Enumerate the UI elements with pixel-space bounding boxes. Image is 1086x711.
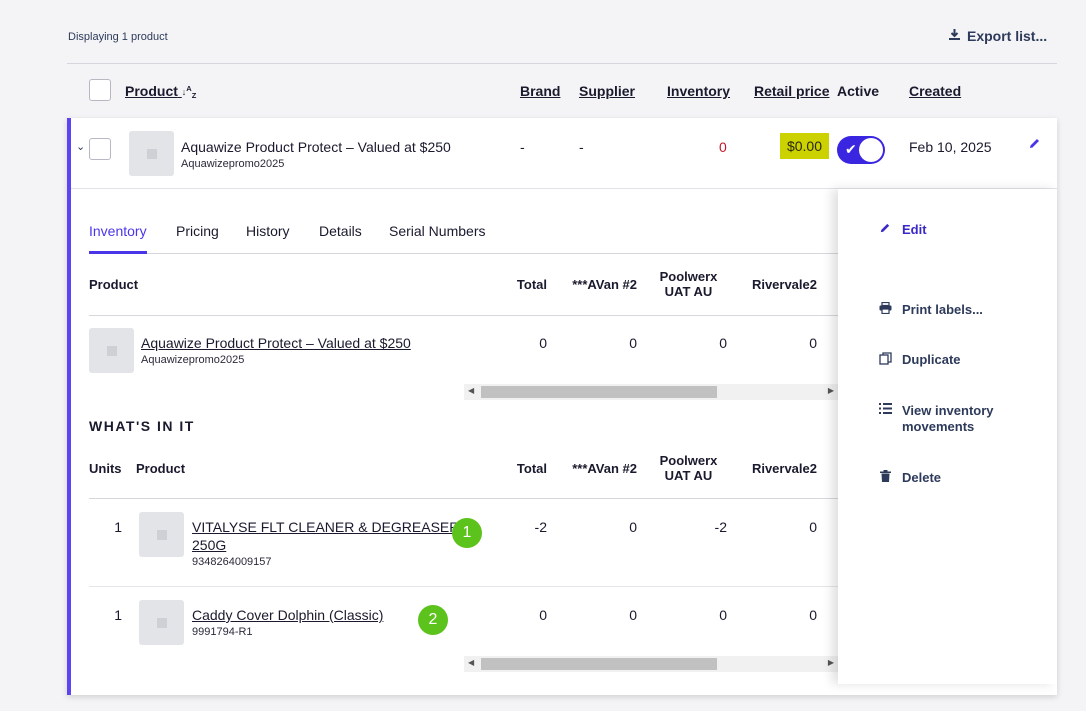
- whats-in-it-title: WHAT'S IN IT: [89, 418, 195, 434]
- column-created[interactable]: Created: [909, 83, 961, 99]
- duplicate-button[interactable]: Duplicate: [878, 352, 961, 368]
- print-labels-button[interactable]: Print labels...: [878, 301, 983, 317]
- printer-icon: [878, 301, 892, 317]
- wii-rivervale: 0: [809, 519, 817, 535]
- inv-header-divider: [89, 315, 838, 316]
- column-retail-price[interactable]: Retail price: [754, 83, 829, 99]
- inv-product-link[interactable]: Aquawize Product Protect – Valued at $25…: [141, 335, 411, 351]
- list-icon: [878, 403, 892, 417]
- wii-rivervale: 0: [809, 607, 817, 623]
- wii-product-link[interactable]: Caddy Cover Dolphin (Classic): [192, 607, 383, 623]
- tab-pricing[interactable]: Pricing: [176, 223, 219, 239]
- pencil-icon: [878, 222, 892, 237]
- wii-product-link-line2[interactable]: 250G: [192, 537, 226, 553]
- actions-panel: [838, 189, 1057, 684]
- wii-units: 1: [114, 607, 122, 623]
- brand-value: -: [520, 139, 525, 155]
- select-all-checkbox[interactable]: [89, 79, 111, 101]
- supplier-value: -: [579, 139, 584, 155]
- wii-row-divider: [89, 586, 838, 587]
- inv-header-avan: ***AVan #2: [572, 277, 637, 292]
- product-name[interactable]: Aquawize Product Protect – Valued at $25…: [181, 139, 451, 155]
- download-icon: [948, 28, 961, 44]
- wii-product-sku: 9991794-R1: [192, 626, 253, 638]
- wii-product-thumbnail: [139, 512, 184, 557]
- inv-total: 0: [539, 335, 547, 351]
- inv-header-product: Product: [89, 277, 139, 292]
- active-tab-indicator: [89, 251, 147, 254]
- pencil-icon[interactable]: [1028, 137, 1041, 155]
- step-badge: 2: [418, 605, 448, 635]
- inv-header-rivervale: Rivervale2: [751, 277, 817, 292]
- inventory-value: 0: [719, 139, 727, 155]
- wii-header-product: Product: [136, 461, 186, 476]
- duplicate-icon: [878, 352, 892, 368]
- product-thumbnail: [129, 131, 174, 176]
- active-toggle[interactable]: ✔: [837, 136, 885, 164]
- scroll-right-icon[interactable]: ▶: [828, 386, 834, 395]
- tabs-divider: [89, 253, 838, 254]
- wii-header-rivervale: Rivervale2: [751, 461, 817, 476]
- view-inventory-movements-button[interactable]: View inventory movements: [878, 403, 994, 435]
- wii-product-sku: 9348264009157: [192, 556, 272, 568]
- export-list-label: Export list...: [967, 28, 1048, 44]
- scroll-left-icon[interactable]: ◀: [468, 658, 474, 667]
- column-product[interactable]: Product ↓AZ: [125, 83, 196, 100]
- inv-header-poolwerx: Poolwerx UAT AU: [659, 269, 718, 299]
- column-active: Active: [837, 83, 880, 99]
- header-divider: [67, 63, 1057, 64]
- displaying-count: Displaying 1 product: [68, 31, 168, 43]
- step-badge: 1: [452, 518, 482, 548]
- wii-product-link[interactable]: VITALYSE FLT CLEANER & DEGREASER -: [192, 519, 468, 535]
- scroll-left-icon[interactable]: ◀: [468, 386, 474, 395]
- trash-icon: [878, 470, 892, 485]
- wii-header-total: Total: [516, 461, 547, 476]
- inv-product-sku: Aquawizepromo2025: [141, 354, 245, 366]
- sort-az-icon: ↓AZ: [181, 83, 197, 100]
- inv-poolwerx: 0: [719, 335, 727, 351]
- column-inventory[interactable]: Inventory: [667, 83, 730, 99]
- tab-details[interactable]: Details: [319, 223, 362, 239]
- tab-history[interactable]: History: [246, 223, 290, 239]
- wii-poolwerx: -2: [714, 519, 727, 535]
- wii-units: 1: [114, 519, 122, 535]
- retail-price-badge: $0.00: [780, 133, 829, 159]
- tab-serial-numbers[interactable]: Serial Numbers: [389, 223, 485, 239]
- export-list-button[interactable]: Export list...: [948, 28, 1047, 44]
- inv-header-total: Total: [516, 277, 547, 292]
- inv-rivervale: 0: [809, 335, 817, 351]
- edit-button[interactable]: Edit: [878, 222, 927, 237]
- row-checkbox[interactable]: [89, 138, 111, 160]
- wii-header-avan: ***AVan #2: [572, 461, 637, 476]
- wii-total: 0: [539, 607, 547, 623]
- scroll-right-icon[interactable]: ▶: [828, 658, 834, 667]
- wii-poolwerx: 0: [719, 607, 727, 623]
- wii-avan: 0: [629, 519, 637, 535]
- product-sku: Aquawizepromo2025: [181, 158, 285, 170]
- wii-header-poolwerx: Poolwerx UAT AU: [659, 453, 718, 483]
- column-brand[interactable]: Brand: [520, 83, 560, 99]
- wii-header-divider: [89, 498, 838, 499]
- whats-in-it-scrollbar[interactable]: ◀ ▶: [464, 656, 838, 672]
- created-date: Feb 10, 2025: [909, 139, 992, 155]
- tab-inventory[interactable]: Inventory: [89, 223, 147, 239]
- check-icon: ✔: [845, 141, 857, 157]
- column-supplier[interactable]: Supplier: [579, 83, 635, 99]
- chevron-down-icon[interactable]: ⌄: [76, 140, 85, 153]
- scrollbar-thumb[interactable]: [481, 386, 717, 398]
- inv-product-thumbnail: [89, 328, 134, 373]
- wii-header-units: Units: [89, 461, 122, 476]
- scrollbar-thumb[interactable]: [481, 658, 717, 670]
- wii-avan: 0: [629, 607, 637, 623]
- inv-avan: 0: [629, 335, 637, 351]
- card-accent-bar: [67, 118, 71, 695]
- inventory-scrollbar[interactable]: ◀ ▶: [464, 384, 838, 400]
- wii-total: -2: [534, 519, 547, 535]
- delete-button[interactable]: Delete: [878, 470, 941, 485]
- wii-product-thumbnail: [139, 600, 184, 645]
